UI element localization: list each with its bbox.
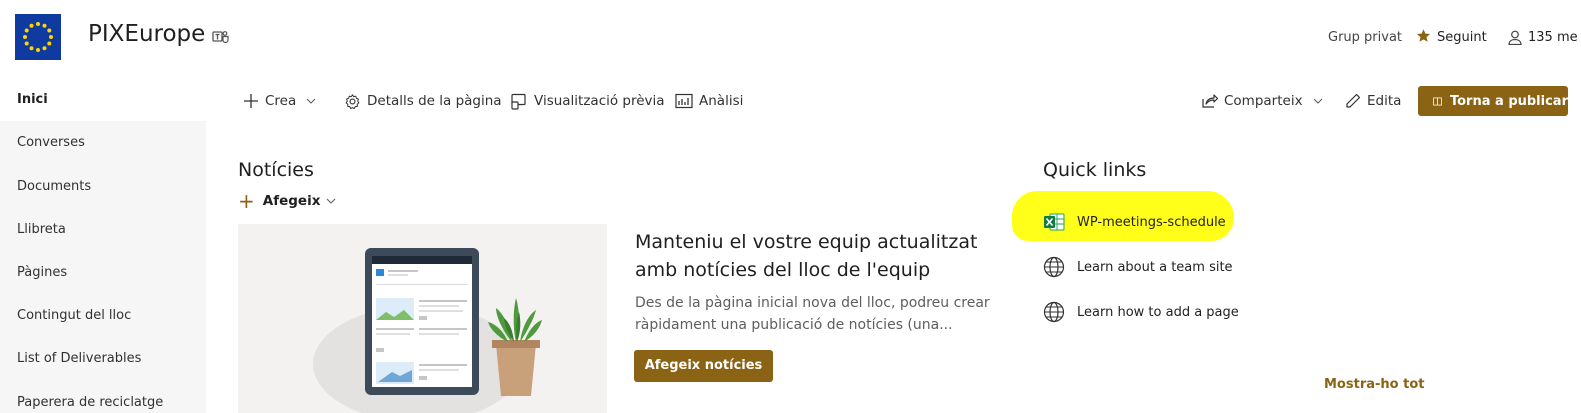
- quick-link-wp-meetings[interactable]: WP-meetings-schedule: [1043, 212, 1226, 232]
- republish-label: Torna a publicar: [1449, 93, 1568, 109]
- add-news-dropdown[interactable]: + Afegeix: [238, 189, 336, 213]
- members-button[interactable]: 135 me: [1528, 30, 1578, 45]
- add-news-button[interactable]: Afegeix notícies: [634, 350, 773, 382]
- sidebar-item-contingut[interactable]: Contingut del lloc: [0, 294, 206, 337]
- preview-icon: [511, 93, 526, 110]
- site-logo[interactable]: [15, 14, 61, 60]
- eu-stars-icon: [23, 22, 53, 52]
- news-description: Des de la pàgina inicial nova del lloc, …: [635, 295, 990, 333]
- book-icon: [1433, 97, 1442, 105]
- quick-link-label: WP-meetings-schedule: [1077, 214, 1226, 230]
- share-button[interactable]: Comparteix: [1201, 91, 1323, 111]
- chevron-down-icon: [1313, 98, 1322, 104]
- preview-button[interactable]: Visualització prèvia: [511, 91, 665, 111]
- sidebar-item-converses[interactable]: Converses: [0, 121, 206, 164]
- preview-label: Visualització prèvia: [534, 93, 665, 109]
- analytics-button[interactable]: Anàlisi: [675, 91, 743, 111]
- news-headline: Manteniu el vostre equip actualitzat amb…: [635, 231, 978, 281]
- share-icon: [1202, 94, 1218, 108]
- new-button[interactable]: Crea: [243, 91, 316, 111]
- quick-link-add-page[interactable]: Learn how to add a page: [1043, 301, 1239, 323]
- gear-icon: [345, 93, 360, 109]
- star-icon[interactable]: [1416, 28, 1431, 47]
- share-label: Comparteix: [1224, 93, 1303, 109]
- show-all-link[interactable]: Mostra-ho tot: [1324, 377, 1424, 392]
- globe-icon: [1043, 301, 1065, 323]
- sidebar-item-documents[interactable]: Documents: [0, 165, 206, 208]
- new-label: Crea: [265, 93, 297, 109]
- news-illustration: [238, 224, 607, 413]
- analytics-icon: [675, 93, 693, 109]
- sidebar-item-llibreta[interactable]: Llibreta: [0, 208, 206, 251]
- edit-label: Edita: [1367, 93, 1402, 109]
- quick-link-label: Learn about a team site: [1077, 259, 1233, 275]
- follow-button[interactable]: Seguint: [1437, 30, 1487, 45]
- person-icon: [1508, 30, 1522, 49]
- republish-button[interactable]: Torna a publicar: [1418, 86, 1568, 116]
- quick-link-label: Learn how to add a page: [1077, 304, 1239, 320]
- page-details-label: Detalls de la pàgina: [367, 93, 502, 109]
- sidebar-nav: Inici Converses Documents Llibreta Pàgin…: [0, 78, 206, 413]
- analytics-label: Anàlisi: [699, 93, 744, 109]
- sidebar-item-deliverables[interactable]: List of Deliverables: [0, 337, 206, 380]
- globe-icon: [1043, 256, 1065, 278]
- pencil-icon: [1346, 93, 1361, 108]
- sidebar-item-pagines[interactable]: Pàgines: [0, 251, 206, 294]
- news-section-title: Notícies: [238, 159, 314, 181]
- site-title[interactable]: PIXEurope: [88, 21, 205, 47]
- page-details-button[interactable]: Detalls de la pàgina: [344, 91, 502, 111]
- quick-links-title: Quick links: [1043, 159, 1147, 181]
- quick-link-team-site[interactable]: Learn about a team site: [1043, 256, 1233, 278]
- plus-icon: +: [238, 189, 255, 213]
- chevron-down-icon: [327, 198, 336, 204]
- edit-button[interactable]: Edita: [1345, 91, 1401, 111]
- add-news-label: Afegeix: [262, 193, 321, 209]
- sidebar-item-paperera[interactable]: Paperera de reciclatge: [0, 381, 206, 413]
- privacy-label: Grup privat: [1328, 30, 1403, 45]
- plus-icon: [244, 94, 258, 108]
- chevron-down-icon: [306, 98, 316, 104]
- teams-icon[interactable]: [212, 29, 230, 44]
- sidebar-item-inici[interactable]: Inici: [0, 78, 206, 121]
- excel-icon: [1044, 213, 1065, 231]
